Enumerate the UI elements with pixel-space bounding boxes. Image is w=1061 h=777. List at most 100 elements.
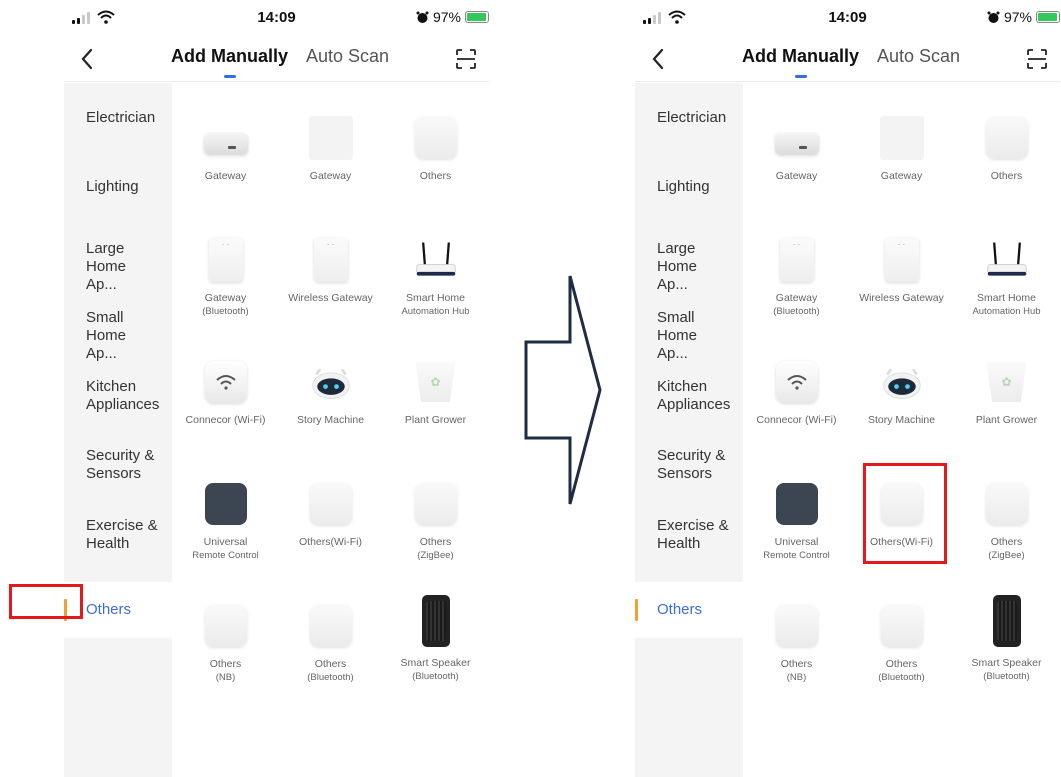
category-small-home-appliances[interactable]: Small Home Ap... [64, 309, 159, 363]
device-smart-home-hub[interactable]: Smart Home Automation Hub [954, 238, 1059, 318]
device-others-wifi[interactable]: Others(Wi-Fi) [278, 482, 383, 549]
device-tile-icon [204, 605, 247, 647]
scan-icon [456, 49, 476, 69]
device-connector-wifi[interactable]: Connecor (Wi-Fi) [173, 360, 278, 427]
category-security-sensors[interactable]: Security & Sensors [635, 447, 735, 483]
device-gateway-bluetooth[interactable]: Gateway(Bluetooth) [173, 238, 278, 318]
router-icon [415, 242, 456, 276]
category-security-sensors[interactable]: Security & Sensors [64, 447, 164, 483]
category-others-label: Others [86, 601, 132, 618]
category-electrician[interactable]: Electrician [635, 109, 743, 127]
device-connector-wifi[interactable]: Connecor (Wi-Fi) [744, 360, 849, 427]
device-universal-remote[interactable]: Universal Remote Control [744, 482, 849, 562]
tab-add-manually[interactable]: Add Manually [742, 46, 859, 78]
category-small-home-appliances[interactable]: Small Home Ap... [635, 309, 730, 363]
device-others-zigbee[interactable]: Others (ZigBee) [383, 482, 488, 562]
scan-button[interactable] [1022, 44, 1052, 74]
device-wireless-gateway[interactable]: Wireless Gateway [278, 238, 383, 305]
device-gateway[interactable]: Gateway [173, 116, 278, 183]
wireless-gateway-icon [884, 238, 919, 282]
device-tile-icon [985, 483, 1028, 525]
nav-bar: Add Manually Auto Scan [635, 38, 1060, 82]
device-others-zigbee[interactable]: Others (ZigBee) [954, 482, 1059, 562]
battery-level [1038, 13, 1058, 21]
category-others[interactable]: Others [635, 582, 743, 638]
device-plant-grower[interactable]: ✿ Plant Grower [954, 360, 1059, 427]
category-electrician[interactable]: Electrician [64, 109, 172, 127]
plant-pot-icon: ✿ [415, 362, 456, 402]
status-bar: 14:09 97% [64, 0, 489, 34]
category-sidebar: Electrician Lighting Large Home Ap... Sm… [635, 83, 743, 777]
category-kitchen-appliances[interactable]: Kitchen Appliances [635, 378, 735, 414]
category-lighting[interactable]: Lighting [635, 178, 743, 196]
device-universal-remote[interactable]: Universal Remote Control [173, 482, 278, 562]
device-grid: Gateway Gateway Others Gateway(Bluetooth… [172, 83, 489, 777]
device-plant-grower[interactable]: ✿ Plant Grower [383, 360, 488, 427]
back-button[interactable] [643, 44, 673, 74]
device-tile-icon [880, 605, 923, 647]
device-gateway-2[interactable]: Gateway [849, 116, 954, 183]
device-others-nb[interactable]: Others (NB) [744, 604, 849, 684]
category-exercise-health[interactable]: Exercise & Health [64, 517, 164, 553]
battery-percent: 97% [432, 9, 461, 25]
device-smart-speaker[interactable]: Smart Speaker (Bluetooth) [383, 595, 488, 683]
tab-auto-scan[interactable]: Auto Scan [877, 46, 960, 67]
device-tile-icon [880, 483, 923, 525]
active-category-marker [64, 599, 67, 621]
device-wireless-gateway[interactable]: Wireless Gateway [849, 238, 954, 305]
device-others[interactable]: Others [954, 116, 1059, 183]
device-tile-icon [414, 483, 457, 525]
device-gateway[interactable]: Gateway [744, 116, 849, 183]
category-others[interactable]: Others [64, 582, 172, 638]
device-smart-home-hub[interactable]: Smart Home Automation Hub [383, 238, 488, 318]
category-sidebar: Electrician Lighting Large Home Ap... Sm… [64, 83, 172, 777]
device-others-wifi[interactable]: Others(Wi-Fi) [849, 482, 954, 549]
chevron-left-icon [81, 48, 93, 70]
wireless-gateway-icon [313, 238, 348, 282]
device-smart-speaker[interactable]: Smart Speaker (Bluetooth) [954, 595, 1059, 683]
battery-percent: 97% [1003, 9, 1032, 25]
device-others-bluetooth[interactable]: Others (Bluetooth) [278, 604, 383, 684]
device-gateway-2[interactable]: Gateway [278, 116, 383, 183]
category-others-label: Others [657, 601, 703, 618]
category-large-home-appliances[interactable]: Large Home Ap... [635, 240, 730, 294]
device-tile-icon [775, 605, 818, 647]
robot-icon [311, 368, 350, 399]
device-tile-icon [309, 483, 352, 525]
battery-icon [465, 11, 489, 23]
device-others[interactable]: Others [383, 116, 488, 183]
gateway-placeholder-icon [308, 116, 353, 160]
wifi-connector-icon [775, 361, 818, 403]
category-exercise-health[interactable]: Exercise & Health [635, 517, 735, 553]
device-others-nb[interactable]: Others (NB) [173, 604, 278, 684]
tab-auto-scan[interactable]: Auto Scan [306, 46, 389, 67]
device-tile-icon [414, 117, 457, 159]
device-others-bluetooth[interactable]: Others (Bluetooth) [849, 604, 954, 684]
bluetooth-gateway-icon [208, 238, 243, 282]
chevron-left-icon [652, 48, 664, 70]
router-icon [986, 242, 1027, 276]
back-button[interactable] [72, 44, 102, 74]
robot-icon [882, 368, 921, 399]
wifi-connector-icon [204, 361, 247, 403]
device-tile-icon [985, 117, 1028, 159]
scan-button[interactable] [451, 44, 481, 74]
device-story-machine[interactable]: Story Machine [849, 360, 954, 427]
tab-add-manually[interactable]: Add Manually [171, 46, 288, 78]
remote-control-icon [204, 483, 247, 525]
category-lighting[interactable]: Lighting [64, 178, 172, 196]
active-category-marker [635, 599, 638, 621]
category-kitchen-appliances[interactable]: Kitchen Appliances [64, 378, 164, 414]
alarm-icon [416, 11, 429, 23]
nav-bar: Add Manually Auto Scan [64, 38, 489, 82]
battery-icon [1036, 11, 1060, 23]
speaker-icon [992, 595, 1021, 647]
bluetooth-gateway-icon [779, 238, 814, 282]
transition-arrow-icon [524, 275, 602, 505]
device-story-machine[interactable]: Story Machine [278, 360, 383, 427]
category-large-home-appliances[interactable]: Large Home Ap... [64, 240, 159, 294]
phone-screen-before: 14:09 97% Add Manually Auto Scan Electri… [64, 0, 489, 777]
phone-screen-after: 14:09 97% Add Manually Auto Scan Electri… [635, 0, 1060, 777]
speaker-icon [421, 595, 450, 647]
device-gateway-bluetooth[interactable]: Gateway(Bluetooth) [744, 238, 849, 318]
